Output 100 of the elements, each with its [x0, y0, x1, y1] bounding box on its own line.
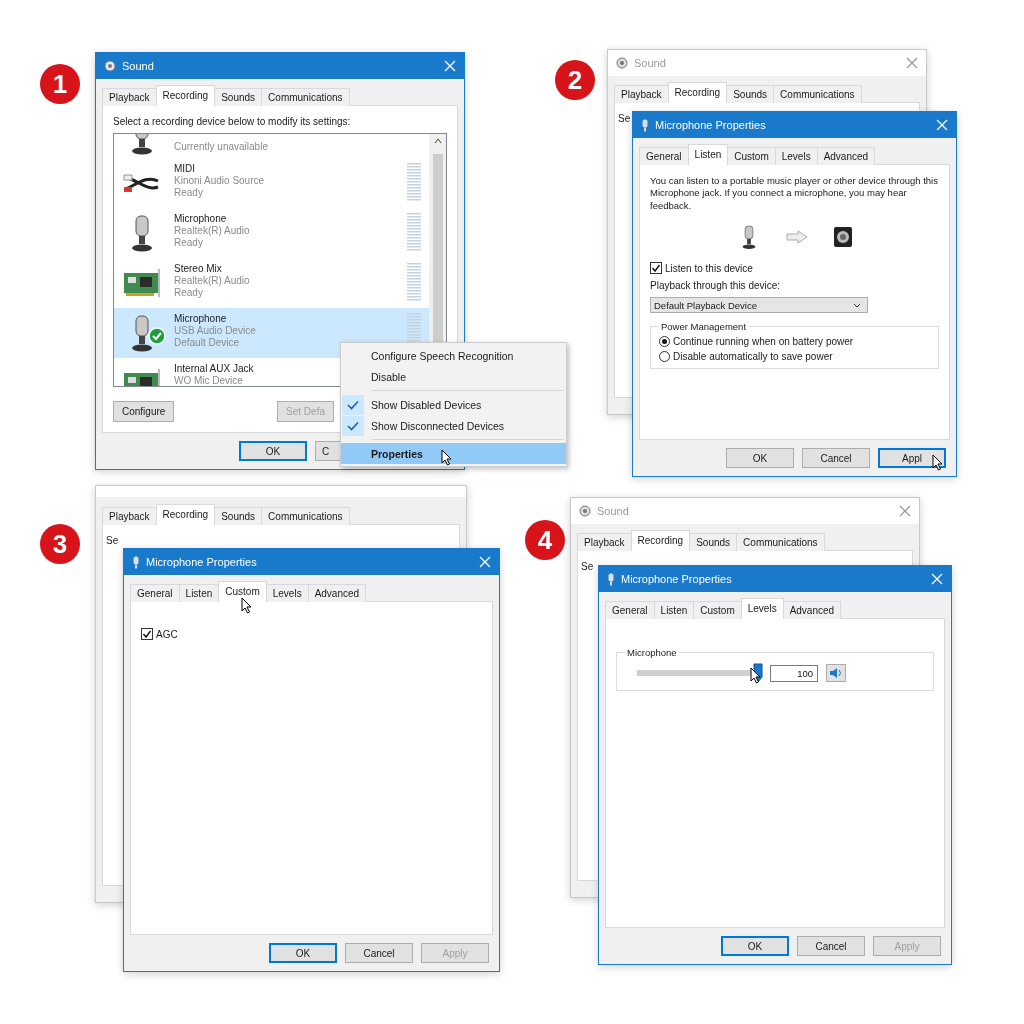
device-row[interactable]: Currently unavailable	[114, 134, 429, 158]
dialog-button[interactable]: OK	[269, 943, 337, 963]
close-icon[interactable]	[899, 505, 911, 517]
tab[interactable]: Recording	[155, 504, 216, 525]
tab[interactable]: Recording	[155, 85, 216, 106]
instruction-text: Select a recording device below to modify its settings:	[113, 116, 352, 127]
tab[interactable]: Playback	[614, 85, 669, 103]
instruction-text: Se	[106, 535, 120, 546]
dialog-button[interactable]: OK	[239, 441, 307, 461]
close-icon[interactable]	[906, 57, 918, 69]
dialog-button[interactable]: Cancel	[797, 936, 865, 956]
microphone-icon	[641, 118, 649, 132]
group-label: Microphone	[626, 647, 678, 658]
checkbox-label: Listen to this device	[665, 262, 753, 274]
tab[interactable]: Listen	[687, 144, 729, 165]
tab[interactable]: Sounds	[726, 85, 775, 103]
device-detail: Realtek(R) Audio	[174, 275, 250, 286]
mute-button[interactable]	[826, 664, 846, 682]
level-meter-icon	[407, 163, 421, 203]
window-title: Microphone Properties	[655, 119, 766, 131]
tab[interactable]: Sounds	[214, 507, 263, 525]
dialog-button[interactable]: OK	[721, 936, 789, 956]
checkbox[interactable]	[141, 628, 153, 640]
tab[interactable]: Custom	[693, 601, 742, 619]
device-name: Microphone	[174, 213, 228, 224]
instruction-text: Se	[581, 561, 595, 572]
tab[interactable]: Advanced	[782, 601, 842, 619]
menu-item[interactable]: Show Disabled Devices	[341, 394, 566, 415]
tab[interactable]: Communications	[261, 88, 350, 106]
dialog-button[interactable]: C	[315, 441, 343, 461]
tab[interactable]: Levels	[740, 598, 784, 619]
window-title: Sound	[122, 60, 154, 72]
window-title: Microphone Properties	[146, 556, 257, 568]
device-row[interactable]: MIDI Kinoni Audio Source Ready	[114, 158, 429, 208]
checkbox[interactable]	[650, 262, 662, 275]
tab[interactable]: Custom	[727, 147, 776, 165]
level-meter-icon	[407, 213, 421, 253]
device-detail: Currently unavailable	[174, 140, 268, 152]
tab[interactable]: Advanced	[307, 584, 367, 602]
menu-item[interactable]: Disable	[341, 366, 566, 387]
chevron-down-icon	[853, 302, 861, 308]
radio-button[interactable]	[659, 351, 670, 363]
tab[interactable]: Communications	[736, 533, 825, 551]
device-row[interactable]: Stereo Mix Realtek(R) Audio Ready	[114, 258, 429, 308]
device-detail: Ready	[174, 237, 204, 248]
level-field[interactable]: 100	[770, 664, 818, 682]
tab[interactable]: Listen	[653, 601, 695, 619]
speaker-icon	[616, 57, 628, 69]
tab[interactable]: Levels	[774, 147, 818, 165]
dialog-button[interactable]: Configure	[113, 401, 175, 422]
microphone-icon	[132, 555, 140, 569]
device-detail: Default Device	[174, 337, 241, 348]
dialog-button[interactable]: OK	[726, 448, 794, 468]
tab[interactable]: Playback	[577, 533, 632, 551]
device-detail: Realtek(R) Audio	[174, 225, 250, 236]
menu-item[interactable]: Properties	[341, 443, 566, 464]
speaker-icon	[829, 667, 843, 679]
device-row[interactable]: Microphone Realtek(R) Audio Ready	[114, 208, 429, 258]
device-detail: Ready	[174, 187, 204, 198]
tab[interactable]: Communications	[773, 85, 862, 103]
radio-label: Disable automatically to save power	[673, 351, 833, 363]
device-name: MIDI	[174, 163, 197, 174]
speaker-icon	[579, 505, 591, 517]
device-detail: Kinoni Audio Source	[174, 175, 265, 186]
step-badge: 1	[40, 64, 80, 104]
arrow-icon	[785, 230, 808, 245]
device-detail: Ready	[174, 287, 204, 298]
step-badge: 2	[555, 60, 595, 100]
field-label: Playback through this device:	[650, 280, 782, 292]
tab[interactable]: General	[605, 601, 655, 619]
menu-item[interactable]: Show Disconnected Devices	[341, 415, 566, 436]
dialog-button[interactable]: Cancel	[802, 448, 870, 468]
tab[interactable]: Communications	[261, 507, 350, 525]
tab[interactable]: Sounds	[214, 88, 263, 106]
dialog-button[interactable]: Appl	[878, 448, 946, 468]
tab[interactable]: General	[130, 584, 180, 602]
scroll-up-icon[interactable]	[433, 138, 442, 144]
step-badge: 4	[525, 520, 565, 560]
tab[interactable]: General	[639, 147, 689, 165]
device-name: Stereo Mix	[174, 263, 223, 274]
tab[interactable]: Listen	[178, 584, 220, 602]
device-dropdown[interactable]: Default Playback Device	[650, 297, 868, 314]
tab[interactable]: Playback	[102, 88, 157, 106]
instruction-text: Se	[618, 113, 632, 124]
tab[interactable]: Levels	[265, 584, 309, 602]
tab[interactable]: Recording	[630, 530, 691, 551]
radio-label: Continue running when on battery power	[673, 336, 854, 348]
device-name: Internal AUX Jack	[174, 363, 254, 374]
dialog-button[interactable]: Cancel	[345, 943, 413, 963]
tab[interactable]: Advanced	[816, 147, 876, 165]
level-slider[interactable]	[637, 662, 762, 684]
window-title: Sound	[597, 505, 629, 517]
speaker-icon	[104, 60, 116, 72]
tab[interactable]: Recording	[667, 82, 728, 103]
tab[interactable]: Sounds	[689, 533, 738, 551]
tab[interactable]: Playback	[102, 507, 157, 525]
radio-button[interactable]	[659, 336, 670, 348]
window-title: Sound	[634, 57, 666, 69]
device-detail: USB Audio Device	[174, 325, 256, 336]
checkbox-label: AGC	[156, 628, 178, 640]
